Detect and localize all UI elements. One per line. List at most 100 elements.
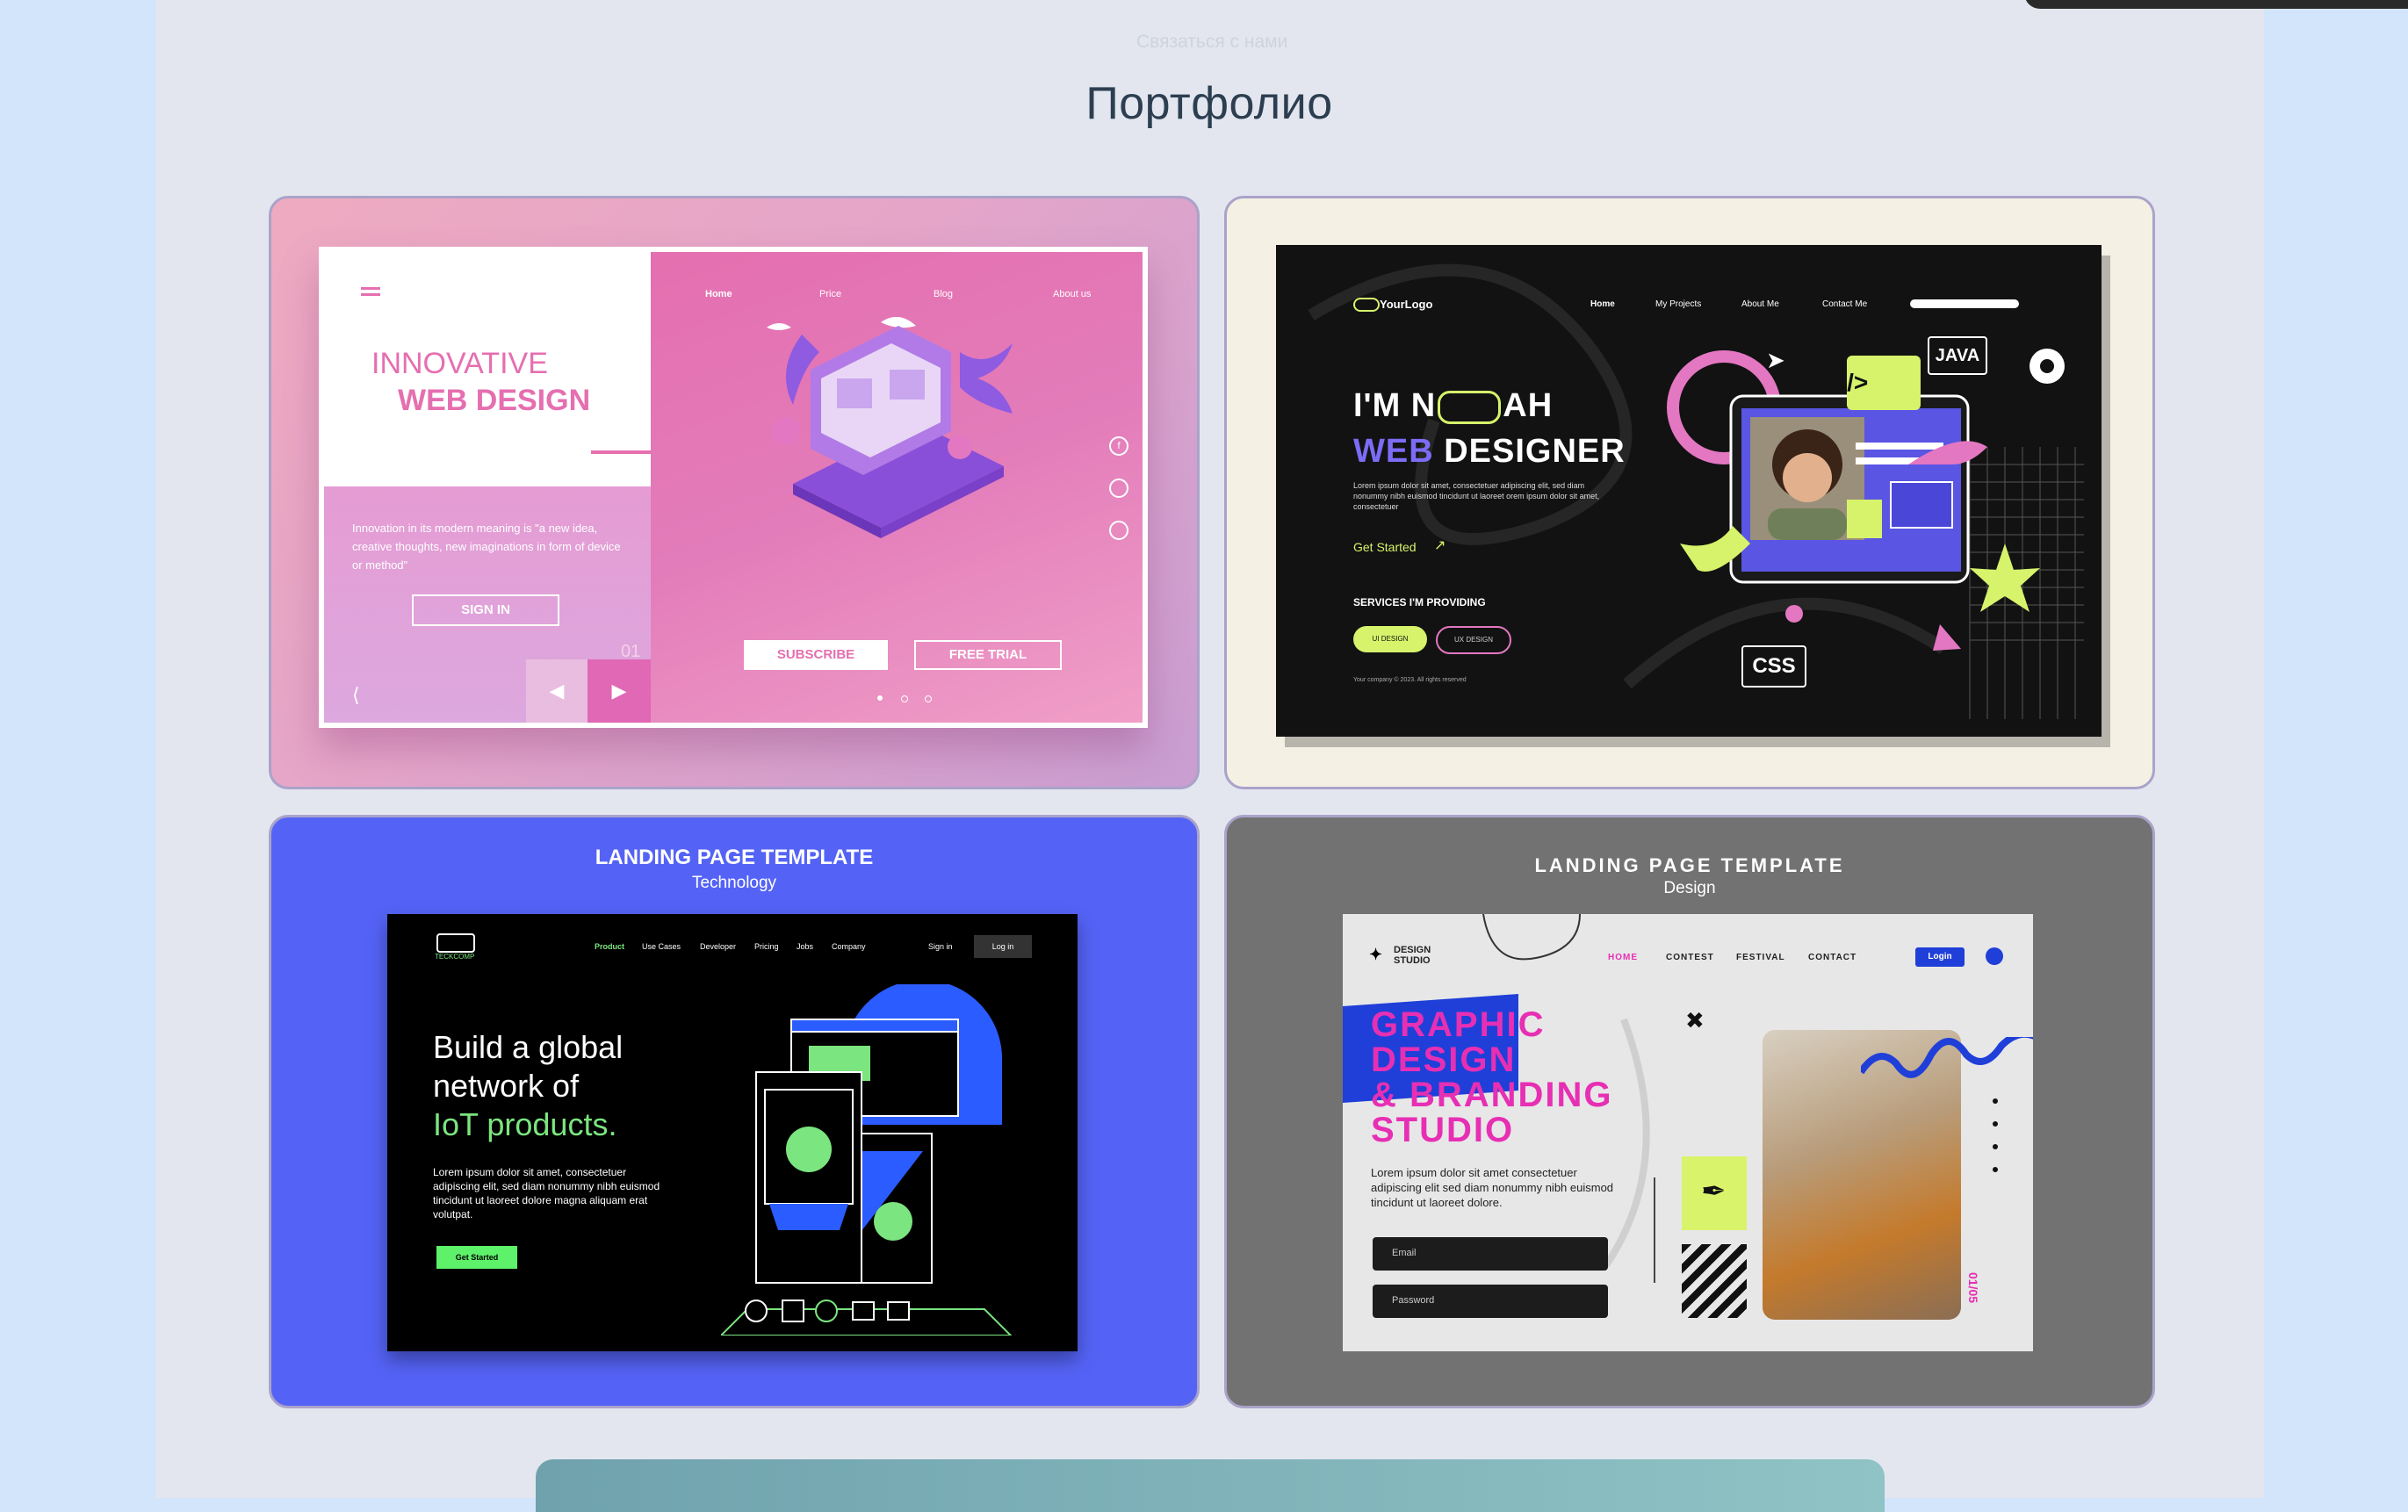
subscribe-button[interactable]: SUBSCRIBE	[744, 640, 888, 670]
stripe-pattern	[1682, 1244, 1747, 1318]
share-icon[interactable]: ⟨	[352, 684, 360, 707]
page-counter: 01/05	[1966, 1272, 1980, 1304]
nav-contest[interactable]: CONTEST	[1666, 953, 1714, 962]
hamburger-icon	[361, 287, 380, 290]
laptop-illustration	[767, 317, 1013, 538]
free-trial-button[interactable]: FREE TRIAL	[914, 640, 1062, 670]
login-button[interactable]: Login	[1915, 947, 1965, 967]
hero-headline-2: DESIGN	[1371, 1040, 1517, 1079]
arrow-left-icon[interactable]: ◀	[526, 659, 588, 723]
page-dot[interactable]	[1993, 1144, 1998, 1149]
iot-illustration	[721, 984, 1013, 1336]
portfolio-card-design[interactable]: LANDING PAGE TEMPLATE Design ✦ DESIGN ST…	[1224, 815, 2155, 1408]
page-side-strip	[2264, 0, 2408, 1498]
brush-scribble	[1861, 1037, 2033, 1078]
pen-nib-icon: ✒	[1701, 1175, 1727, 1208]
nav-contact[interactable]: Contact Me	[1822, 299, 1867, 309]
page-dot[interactable]	[1993, 1098, 1998, 1104]
email-input[interactable]: Email	[1373, 1237, 1608, 1271]
page-title: Портфолио	[1085, 78, 1333, 129]
sign-in-link[interactable]: Sign in	[928, 942, 953, 951]
java-tag: JAVA	[1928, 336, 1987, 375]
page-dot[interactable]	[1993, 1167, 1998, 1172]
arrow-right-icon[interactable]: ▶	[588, 659, 651, 723]
accent-line	[591, 450, 652, 454]
nav-home[interactable]: HOME	[1608, 953, 1638, 962]
hero-description: Lorem ipsum dolor sit amet consectetuer …	[1371, 1166, 1614, 1209]
logo-studio: STUDIO	[1394, 955, 1431, 966]
sign-in-button[interactable]: SIGN IN	[412, 594, 559, 626]
nav-contact[interactable]: CONTACT	[1808, 953, 1856, 962]
nav-use-cases[interactable]: Use Cases	[642, 942, 681, 951]
divider-line	[1654, 1177, 1655, 1283]
card-preview-design: ✦ DESIGN STUDIO HOME CONTEST FESTIVAL CO…	[1343, 914, 2033, 1351]
page-dot[interactable]	[1993, 1121, 1998, 1127]
contact-link[interactable]: Связаться с нами	[1136, 32, 1287, 53]
hero-description: Lorem ipsum dolor sit amet, consectetuer…	[1353, 481, 1600, 511]
toggle-o	[1438, 390, 1502, 424]
hero-headline-2: network of	[433, 1068, 580, 1104]
card-preview-web-designer: YourLogo Home My Projects About Me Conta…	[1276, 245, 2102, 737]
nav-about[interactable]: About Me	[1741, 299, 1779, 309]
next-portfolio-card[interactable]	[536, 1459, 1885, 1512]
card-preview-web-design: INNOVATIVE WEB DESIGN Innovation in its …	[319, 247, 1148, 728]
nav-developer[interactable]: Developer	[700, 942, 736, 951]
copyright: Your company © 2023. All rights reserved	[1353, 677, 1467, 683]
hero-description: Lorem ipsum dolor sit amet, consectetuer…	[433, 1166, 660, 1220]
get-started-button[interactable]: Get Started	[436, 1246, 517, 1269]
nav-blog[interactable]: Blog	[934, 289, 953, 299]
portfolio-card-web-designer[interactable]: YourLogo Home My Projects About Me Conta…	[1224, 196, 2155, 789]
portfolio-card-technology[interactable]: LANDING PAGE TEMPLATE Technology TECKCOM…	[269, 815, 1200, 1408]
cursor-icon: ➤	[1766, 347, 1785, 373]
hero-headline-4: STUDIO	[1371, 1111, 1515, 1149]
arrow-up-right-icon: ↗	[1434, 538, 1446, 553]
service-ux-button[interactable]: UX DESIGN	[1436, 626, 1511, 654]
card-subtitle: Design	[1663, 879, 1716, 897]
carousel-dot[interactable]	[901, 695, 908, 702]
get-started-link[interactable]: Get Started	[1353, 540, 1417, 554]
nav-company[interactable]: Company	[832, 942, 866, 951]
user-icon[interactable]	[1986, 947, 2003, 965]
hero-headline-2: WEB DESIGNER	[1353, 433, 1626, 470]
hero-headline-1: I'M N AH	[1353, 387, 1554, 424]
logo-design: DESIGN	[1394, 945, 1431, 955]
logo-icon	[436, 933, 475, 953]
password-input[interactable]: Password	[1373, 1285, 1608, 1318]
hamburger-icon-line	[361, 293, 380, 296]
close-icon: ✖	[1685, 1007, 1705, 1033]
card-subtitle: Technology	[691, 874, 777, 892]
hero-headline-3: & BRANDING	[1371, 1076, 1613, 1114]
logo-text[interactable]: YourLogo	[1380, 298, 1432, 311]
hero-headline-1: Build a global	[433, 1029, 624, 1065]
star-icon: ✦	[1369, 946, 1383, 963]
nav-price[interactable]: Price	[819, 289, 841, 299]
hero-headline-3: IoT products.	[433, 1106, 617, 1142]
logo-icon	[1353, 298, 1380, 312]
twitter-icon[interactable]	[1109, 521, 1128, 540]
hero-headline-1: GRAPHIC	[1371, 1005, 1546, 1044]
css-tag: CSS	[1741, 645, 1806, 688]
card-title: LANDING PAGE TEMPLATE	[1534, 854, 1845, 876]
services-title: SERVICES I'M PROVIDING	[1353, 596, 1486, 608]
nav-about[interactable]: About us	[1053, 289, 1091, 299]
hero-headline-2: WEB DESIGN	[398, 384, 591, 417]
floating-header-bar	[2024, 0, 2408, 9]
nav-home[interactable]: Home	[1590, 299, 1615, 309]
nav-home[interactable]: Home	[705, 289, 732, 299]
nav-festival[interactable]: FESTIVAL	[1736, 953, 1785, 962]
carousel-dot[interactable]	[877, 695, 883, 701]
card-preview-technology: TECKCOMP Product Use Cases Developer Pri…	[387, 914, 1078, 1351]
instagram-icon[interactable]	[1109, 479, 1128, 498]
facebook-icon[interactable]: f	[1109, 436, 1128, 456]
card-title: LANDING PAGE TEMPLATE	[595, 846, 874, 869]
nav-pricing[interactable]: Pricing	[754, 942, 779, 951]
nav-product[interactable]: Product	[595, 942, 624, 951]
service-ui-button[interactable]: UI DESIGN	[1353, 626, 1427, 652]
search-bar[interactable]	[1910, 299, 2019, 308]
carousel-dot[interactable]	[925, 695, 932, 702]
log-in-button[interactable]: Log in	[974, 935, 1032, 958]
nav-projects[interactable]: My Projects	[1655, 299, 1701, 309]
portfolio-card-web-design[interactable]: INNOVATIVE WEB DESIGN Innovation in its …	[269, 196, 1200, 789]
nav-jobs[interactable]: Jobs	[797, 942, 813, 951]
logo-text: TECKCOMP	[435, 953, 475, 961]
